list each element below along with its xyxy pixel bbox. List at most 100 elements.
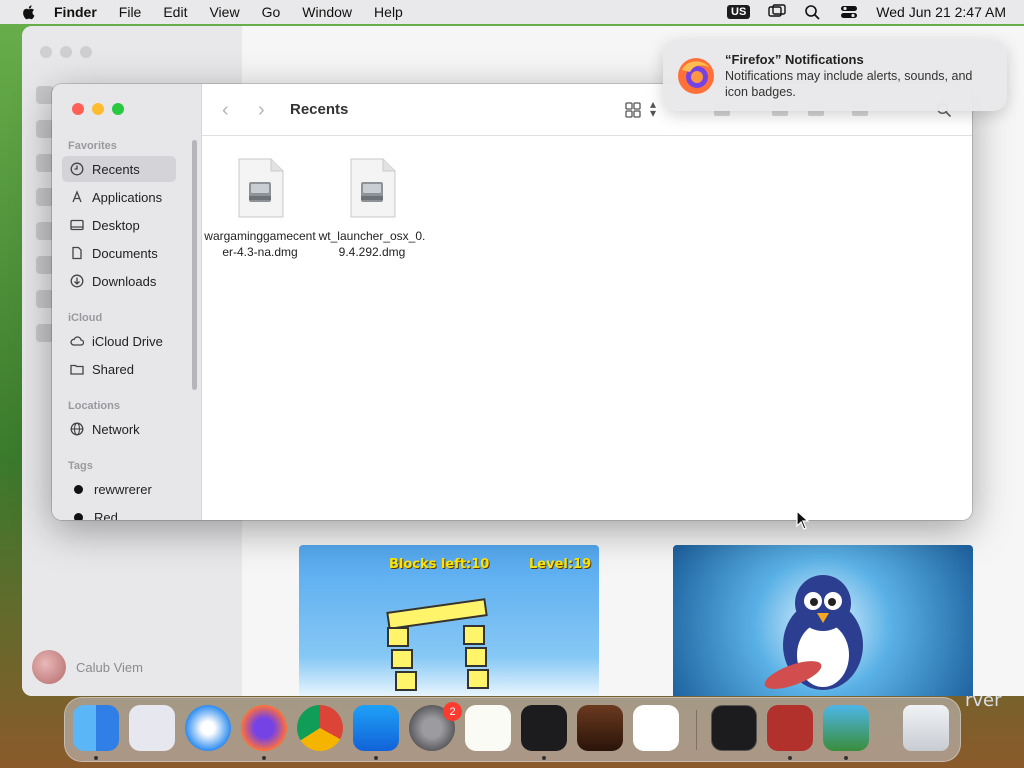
menu-go[interactable]: Go — [262, 4, 281, 20]
sidebar-item-label: Shared — [92, 361, 134, 377]
sidebar-item-label: Network — [92, 421, 140, 437]
back-chevron-icon[interactable]: ‹ — [222, 100, 240, 120]
sidebar-scrollbar[interactable] — [192, 140, 197, 390]
sidebar-item-recents[interactable]: Recents — [62, 156, 176, 182]
zoom-window-button[interactable] — [112, 103, 124, 115]
dock-garageband-icon[interactable] — [577, 705, 623, 751]
game-card-penguin[interactable] — [673, 545, 973, 696]
menu-view[interactable]: View — [209, 4, 239, 20]
sidebar-item-network[interactable]: Network — [62, 416, 176, 442]
dock-app-store-icon[interactable] — [353, 705, 399, 751]
finder-window: Favorites Recents Applications Desktop D… — [52, 84, 972, 520]
tag-color-dot — [74, 484, 83, 494]
forward-chevron-icon[interactable]: › — [258, 100, 276, 120]
document-icon — [72, 246, 82, 260]
sidebar-item-label: iCloud Drive — [92, 333, 163, 349]
window-title: Recents — [290, 101, 349, 118]
sidebar-item-applications[interactable]: Applications — [62, 184, 176, 210]
sidebar-item-icloud-drive[interactable]: iCloud Drive — [62, 328, 176, 354]
download-icon — [70, 274, 84, 288]
dock-safari-icon[interactable] — [185, 705, 231, 751]
file-item[interactable]: wargaminggamecenter-4.3-na.dmg — [204, 158, 316, 260]
sidebar-item-label: rewwrerer — [94, 481, 152, 497]
menu-file[interactable]: File — [119, 4, 142, 20]
game-blocks-illustration — [299, 545, 599, 696]
sidebar-item-label: Applications — [92, 189, 163, 205]
menu-window[interactable]: Window — [302, 4, 352, 20]
clock-icon — [70, 162, 84, 176]
cloud-icon — [70, 336, 84, 346]
spotlight-search-icon[interactable] — [804, 4, 822, 20]
icloud-header: iCloud — [68, 312, 103, 324]
file-name: wt_launcher_osx_0.9.4.292.dmg — [318, 229, 426, 259]
running-indicator — [94, 756, 98, 760]
globe-icon — [70, 422, 84, 436]
menu-help[interactable]: Help — [374, 4, 403, 20]
view-options-chevron-icon[interactable]: ▴ ▾ — [650, 98, 656, 119]
icon-view-grid-icon[interactable] — [625, 102, 641, 118]
minimize-window-button[interactable] — [92, 103, 104, 115]
dock-textedit-icon[interactable] — [465, 705, 511, 751]
sidebar-item-label: Desktop — [92, 217, 140, 233]
sidebar-item-label: Downloads — [92, 273, 157, 289]
apple-logo-icon[interactable] — [20, 3, 38, 21]
sidebar-item-desktop[interactable]: Desktop — [62, 212, 176, 238]
file-name: wargaminggamecenter-4.3-na.dmg — [204, 229, 316, 259]
finder-sidebar: Favorites Recents Applications Desktop D… — [52, 84, 202, 520]
sidebar-item-downloads[interactable]: Downloads — [62, 268, 176, 294]
sidebar-item-tag-rewwrerer[interactable]: rewwrerer — [62, 476, 176, 502]
window-controls — [72, 103, 124, 115]
menu-app-finder[interactable]: Finder — [54, 4, 97, 20]
game-card-blocks[interactable]: Blocks left:10 Level:19 — [299, 545, 599, 696]
firefox-icon — [678, 58, 714, 94]
sidebar-item-documents[interactable]: Documents — [62, 240, 176, 266]
sidebar-item-label: Red — [94, 509, 118, 521]
dock-launchpad-icon[interactable] — [129, 705, 175, 751]
shared-folder-icon — [70, 364, 84, 375]
dock-trash-icon[interactable] — [903, 705, 949, 751]
notification-badge: 2 — [443, 702, 462, 721]
running-indicator — [788, 756, 792, 760]
notification-title: “Firefox” Notifications — [725, 52, 864, 67]
control-center-icon[interactable] — [840, 4, 858, 20]
dock-chrome-icon[interactable] — [297, 705, 343, 751]
applications-icon — [72, 190, 82, 203]
tags-header: Tags — [68, 460, 93, 472]
sidebar-item-shared[interactable]: Shared — [62, 356, 176, 382]
input-source-badge[interactable]: US — [727, 5, 751, 19]
menubar-clock[interactable]: Wed Jun 21 2:47 AM — [876, 4, 1006, 20]
background-user-profile[interactable]: Calub Viem — [32, 650, 143, 684]
dock-exec-icon[interactable] — [711, 705, 757, 751]
background-partial-text: rver — [965, 690, 1002, 711]
running-indicator — [844, 756, 848, 760]
dock-separator — [696, 710, 697, 750]
dock-game-icon[interactable] — [823, 705, 869, 751]
file-item[interactable]: wt_launcher_osx_0.9.4.292.dmg — [316, 158, 428, 260]
avatar — [32, 650, 66, 684]
running-indicator — [374, 756, 378, 760]
penguin-illustration-icon — [764, 575, 863, 690]
dock-finder-icon[interactable] — [73, 705, 119, 751]
locations-header: Locations — [68, 400, 120, 412]
running-indicator — [262, 756, 266, 760]
disk-image-icon — [350, 158, 396, 218]
menu-bar: Finder File Edit View Go Window Help US … — [0, 0, 1024, 24]
dock-firefox-icon[interactable] — [241, 705, 287, 751]
disk-image-icon — [238, 158, 284, 218]
close-window-button[interactable] — [72, 103, 84, 115]
mouse-pointer-icon — [796, 510, 810, 530]
running-indicator — [542, 756, 546, 760]
dock-terminal-icon[interactable] — [521, 705, 567, 751]
finder-content: wargaminggamecenter-4.3-na.dmg wt_launch… — [202, 136, 972, 520]
tag-color-dot — [74, 512, 83, 520]
notification-body: Notifications may include alerts, sounds… — [725, 69, 973, 99]
sidebar-item-tag-red[interactable]: Red — [62, 504, 176, 520]
menu-edit[interactable]: Edit — [163, 4, 187, 20]
dock-dictionary-icon[interactable] — [767, 705, 813, 751]
dock: 2 — [64, 697, 961, 762]
screen-mirroring-icon[interactable] — [768, 4, 786, 20]
firefox-notification[interactable]: “Firefox” Notifications Notifications ma… — [663, 40, 1007, 111]
sidebar-item-label: Documents — [92, 245, 158, 261]
background-window-controls — [40, 46, 92, 58]
dock-vscode-icon[interactable] — [633, 705, 679, 751]
